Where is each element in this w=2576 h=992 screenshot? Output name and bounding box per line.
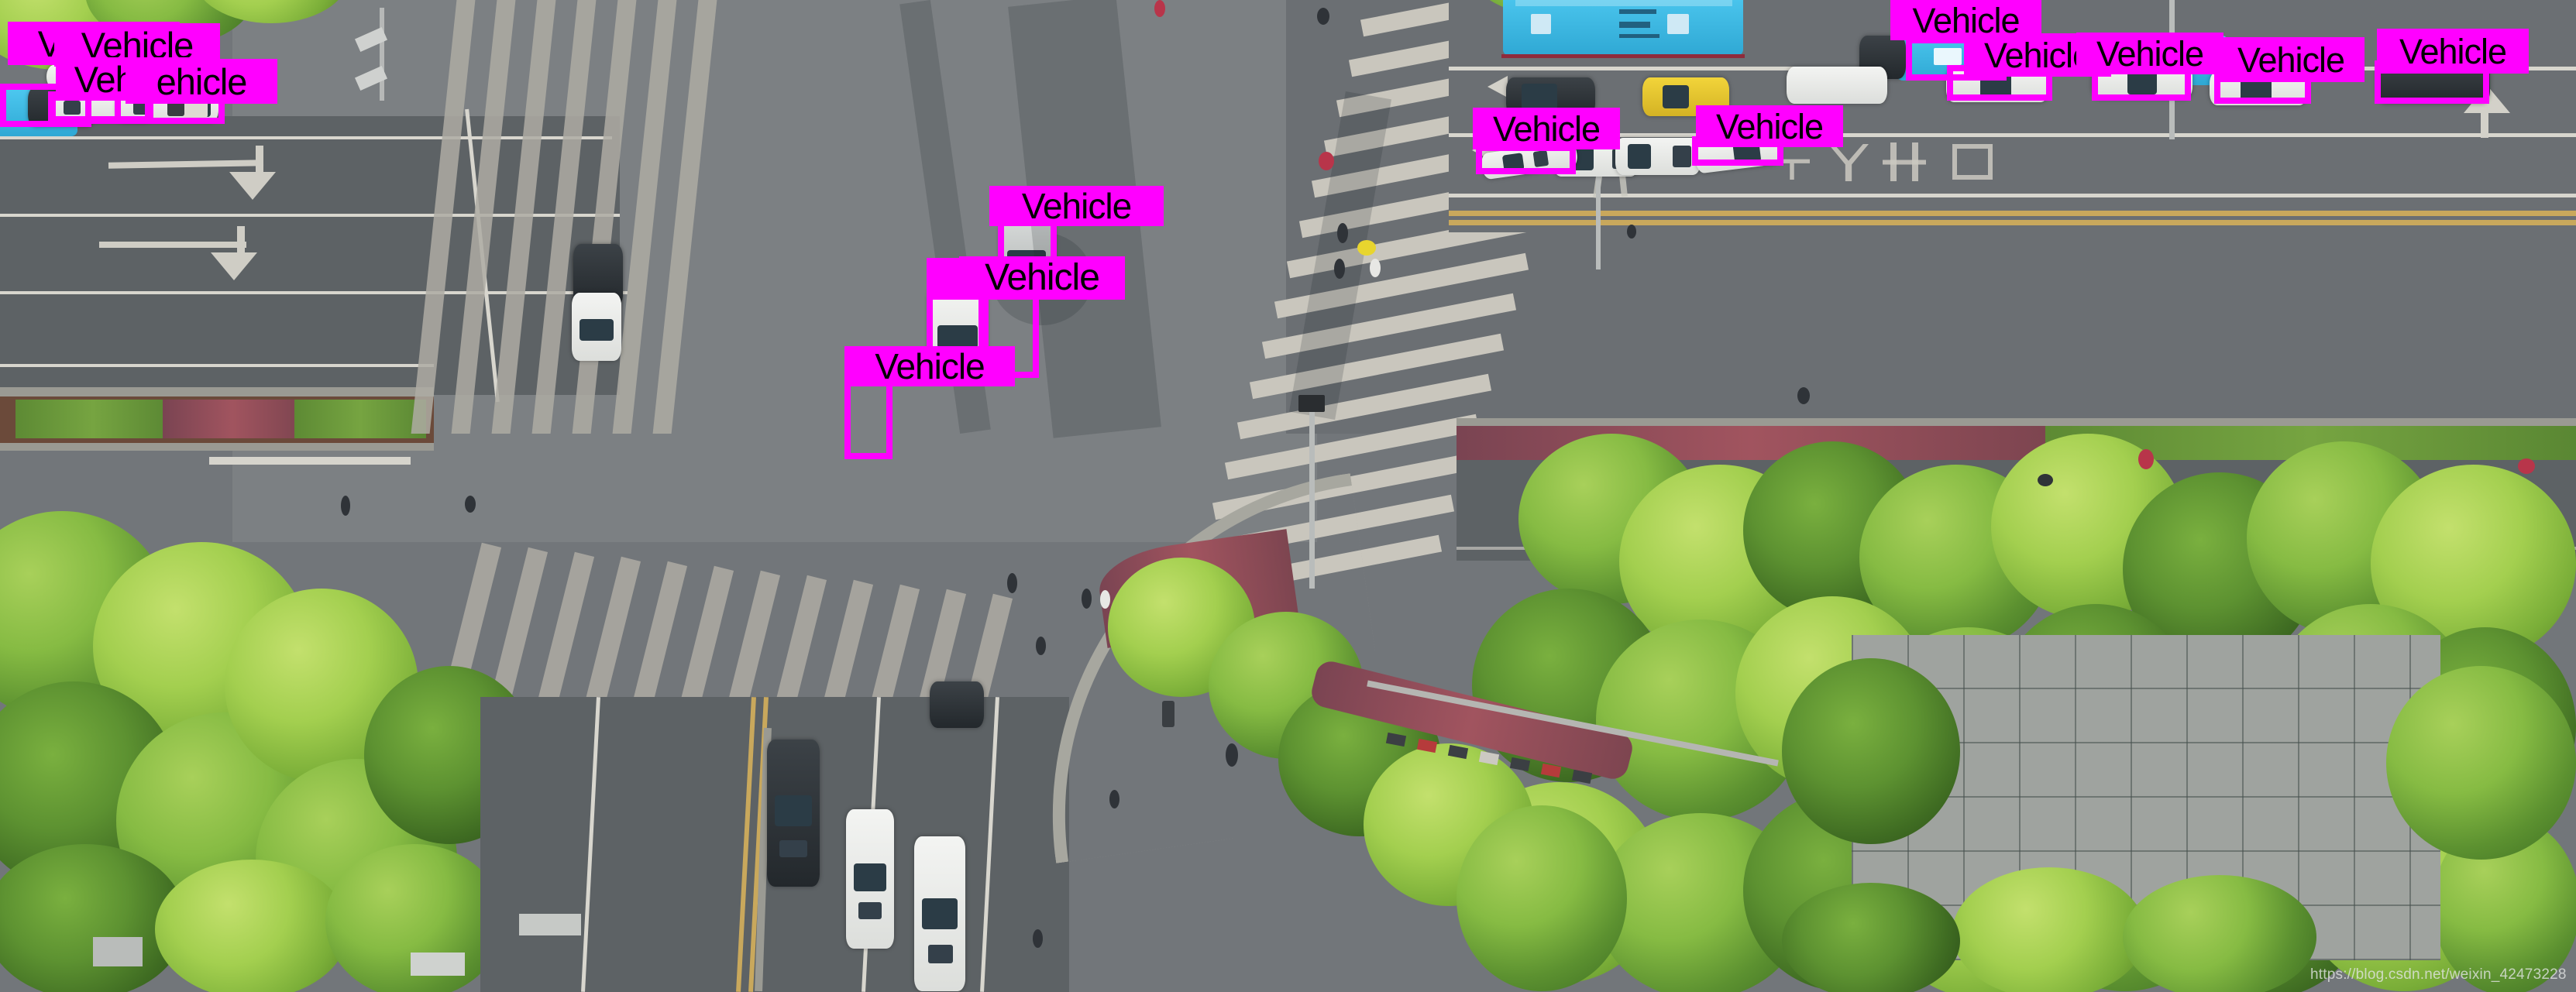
detection-label: Vehicle bbox=[2377, 29, 2529, 74]
detection-label: ehicle bbox=[126, 59, 277, 104]
detection-label: Vehicle bbox=[989, 186, 1164, 226]
detection-label: Vehicle bbox=[2217, 37, 2364, 82]
signal-pole bbox=[1309, 403, 1315, 589]
detection-label: Vehicle bbox=[1696, 105, 1843, 147]
detection-label: Vehicle bbox=[2076, 33, 2223, 74]
detection-label: Vehicle bbox=[844, 346, 1015, 386]
detection-label: Vehicle bbox=[1473, 108, 1620, 149]
aerial-detection-screenshot: VehicleVehicleVehicleehicleVehicleVehicl… bbox=[0, 0, 2576, 992]
road-arrow bbox=[99, 242, 246, 248]
pedestrian bbox=[1154, 0, 1165, 17]
car bbox=[767, 740, 820, 887]
bus-large bbox=[1503, 0, 1743, 56]
watermark-url: https://blog.csdn.net/weixin_42473228 bbox=[2310, 966, 2567, 983]
detection-label: Vehicle bbox=[959, 256, 1125, 300]
